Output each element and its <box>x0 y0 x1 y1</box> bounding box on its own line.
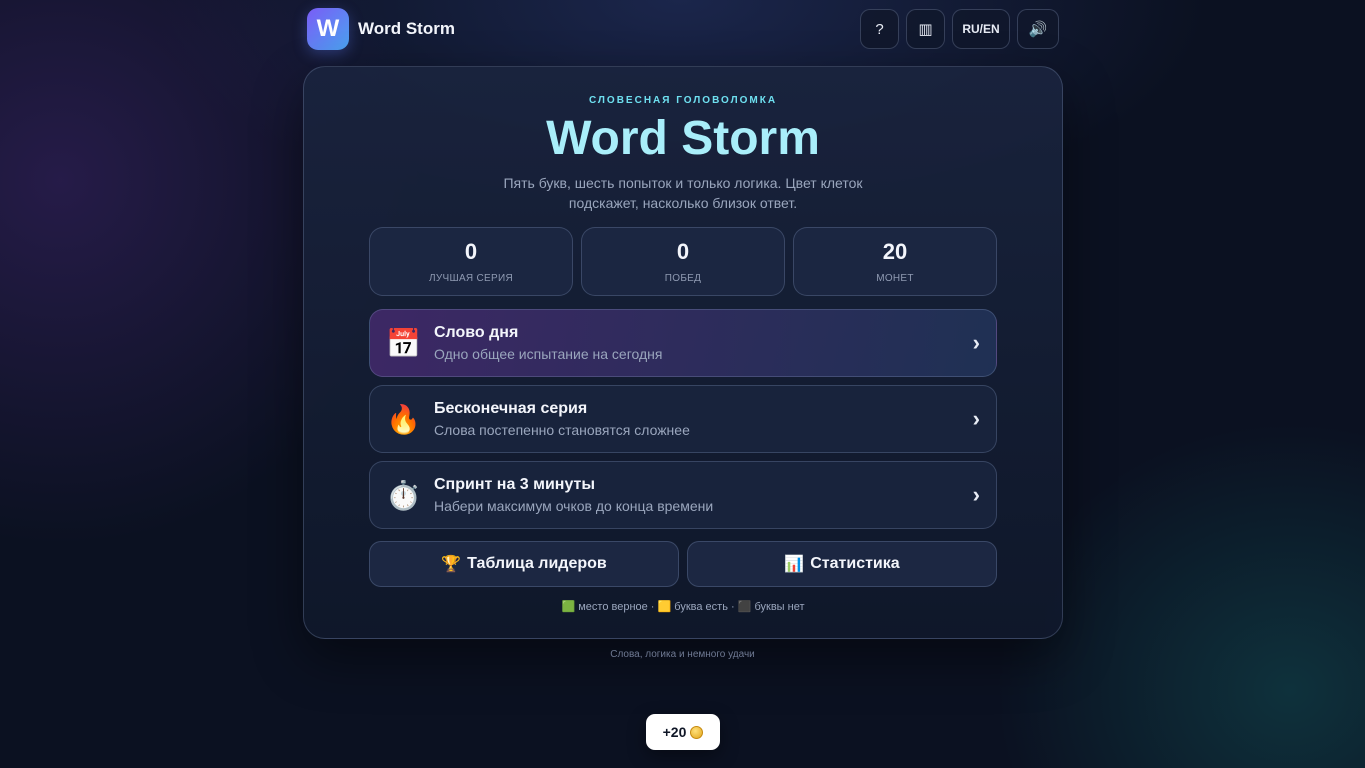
stat-label: ПОБЕД <box>664 273 702 284</box>
statistics-button[interactable]: 📊 Статистика <box>687 541 997 587</box>
stat-label: МОНЕТ <box>876 273 914 284</box>
stopwatch-icon: ⏱️ <box>386 479 421 511</box>
stat-wins: 0 ПОБЕД <box>581 227 785 296</box>
stat-coins: 20 МОНЕТ <box>793 227 997 296</box>
page-title: Word Storm <box>546 112 820 165</box>
app-name: Word Storm <box>358 19 455 38</box>
trophy-icon: 🏆 <box>441 556 462 573</box>
menu-button[interactable]: ▥ <box>906 9 945 49</box>
coin-icon <box>690 725 704 739</box>
toast-text: +20 <box>662 724 687 740</box>
mode-description: Набери максимум очков до конца времени <box>434 498 714 514</box>
mode-text: Слово дня Одно общее испытание на сегодн… <box>434 324 973 362</box>
coin-reward-toast: +20 <box>646 714 720 750</box>
statistics-label: Статистика <box>810 555 900 572</box>
leaderboard-label: Таблица лидеров <box>467 555 607 572</box>
speaker-icon: 🔊 <box>1028 21 1048 38</box>
mode-text: Бесконечная серия Слова постепенно стано… <box>434 400 973 438</box>
mode-endless-streak[interactable]: 🔥 Бесконечная серия Слова постепенно ста… <box>369 385 997 453</box>
app-header: W Word Storm ? ▥ RU/EN 🔊 <box>307 8 1059 50</box>
app-logo: W <box>307 8 349 50</box>
secondary-actions: 🏆 Таблица лидеров 📊 Статистика <box>369 541 997 587</box>
help-button[interactable]: ? <box>860 9 899 49</box>
main-card: СЛОВЕСНАЯ ГОЛОВОЛОМКА Word Storm Пять бу… <box>303 66 1063 639</box>
game-modes: 📅 Слово дня Одно общее испытание на сего… <box>369 309 997 537</box>
grid-icon: ▥ <box>918 21 933 38</box>
help-icon: ? <box>875 20 884 38</box>
leaderboard-button[interactable]: 🏆 Таблица лидеров <box>369 541 679 587</box>
page-subtitle: Пять букв, шесть попыток и только логика… <box>503 175 863 211</box>
sound-button[interactable]: 🔊 <box>1017 9 1059 49</box>
eyebrow-label: СЛОВЕСНАЯ ГОЛОВОЛОМКА <box>588 95 778 106</box>
stat-best-streak: 0 ЛУЧШАЯ СЕРИЯ <box>369 227 573 296</box>
mode-description: Одно общее испытание на сегодня <box>434 346 663 362</box>
mode-daily-word[interactable]: 📅 Слово дня Одно общее испытание на сего… <box>369 309 997 377</box>
calendar-icon: 📅 <box>386 327 421 359</box>
mode-title: Бесконечная серия <box>434 400 588 417</box>
footer-tagline: Слова, логика и немного удачи <box>610 649 755 660</box>
mode-title: Слово дня <box>434 324 519 341</box>
mode-description: Слова постепенно становятся сложнее <box>434 422 690 438</box>
color-legend: 🟩 место верное · 🟨 буква есть · ⬛ буквы … <box>561 601 805 613</box>
brand[interactable]: W Word Storm <box>307 8 455 50</box>
language-label: RU/EN <box>962 22 1000 36</box>
header-actions: ? ▥ RU/EN 🔊 <box>860 9 1059 49</box>
chevron-right-icon: › <box>972 330 980 355</box>
fire-icon: 🔥 <box>386 403 421 435</box>
mode-text: Спринт на 3 минуты Набери максимум очков… <box>434 476 973 514</box>
stat-value: 20 <box>882 239 908 264</box>
chevron-right-icon: › <box>972 406 980 431</box>
stat-value: 0 <box>464 239 478 264</box>
bar-chart-icon: 📊 <box>784 556 805 573</box>
chevron-right-icon: › <box>972 482 980 507</box>
language-toggle-button[interactable]: RU/EN <box>952 9 1010 49</box>
mode-sprint[interactable]: ⏱️ Спринт на 3 минуты Набери максимум оч… <box>369 461 997 529</box>
stat-label: ЛУЧШАЯ СЕРИЯ <box>429 273 513 284</box>
stats-row: 0 ЛУЧШАЯ СЕРИЯ 0 ПОБЕД 20 МОНЕТ <box>369 227 997 296</box>
mode-title: Спринт на 3 минуты <box>434 476 596 493</box>
stat-value: 0 <box>676 239 690 264</box>
